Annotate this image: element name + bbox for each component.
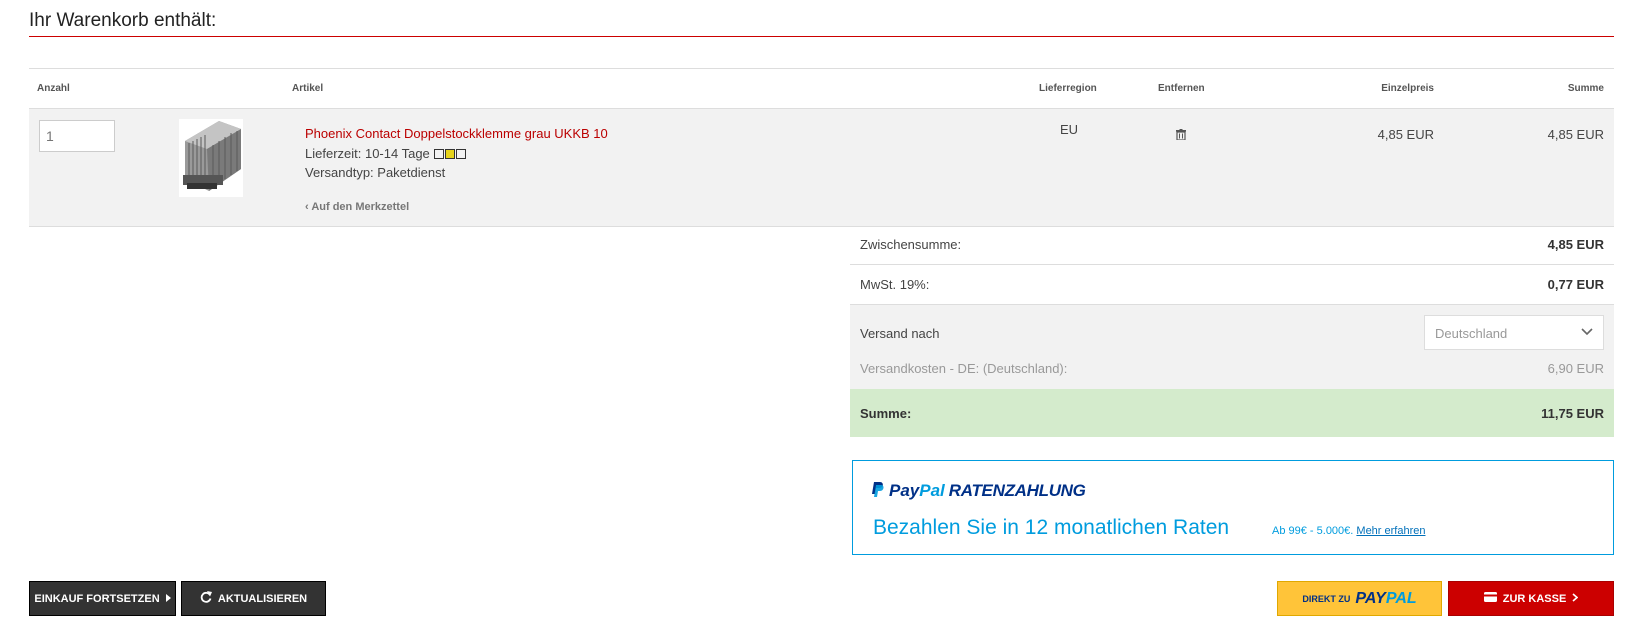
line-sum: 4,85 EUR: [1547, 127, 1604, 142]
availability-indicator-icon: [445, 149, 456, 159]
shipping-cost-label: Versandkosten - DE: (Deutschland):: [860, 361, 1068, 376]
shipping-country-select[interactable]: Deutschland: [1424, 315, 1604, 350]
subtotal-row: Zwischensumme: 4,85 EUR: [850, 225, 1614, 265]
quantity-input[interactable]: [39, 120, 115, 152]
chevron-right-icon: [1572, 592, 1579, 605]
paypal-range-text: Ab 99€ - 5.000€.: [1272, 525, 1354, 537]
shipping-label: Versand nach: [860, 326, 940, 341]
header-region: Lieferregion: [1039, 83, 1097, 94]
title-divider: [29, 36, 1614, 37]
vat-value: 0,77 EUR: [1547, 277, 1604, 292]
product-thumbnail[interactable]: [179, 119, 243, 197]
credit-card-icon: [1483, 592, 1497, 605]
paypal-logo-pal: Pal: [919, 481, 945, 500]
header-remove: Entfernen: [1158, 83, 1205, 94]
vat-row: MwSt. 19%: 0,77 EUR: [850, 265, 1614, 305]
header-article: Artikel: [292, 83, 324, 94]
paypal-range: Ab 99€ - 5.000€. Mehr erfahren: [1272, 525, 1426, 537]
update-cart-button[interactable]: AKTUALISIEREN: [181, 581, 326, 616]
shipping-country-value: Deutschland: [1435, 326, 1508, 341]
cart-table-header: Anzahl Artikel Lieferregion Entfernen Ei…: [29, 68, 1614, 109]
paypal-express-button[interactable]: DIREKT ZU PAYPAL: [1277, 581, 1442, 616]
paypal-logo-suffix: RATENZAHLUNG: [948, 481, 1086, 500]
paypal-express-prefix: DIREKT ZU: [1302, 593, 1351, 604]
delivery-time: Lieferzeit: 10-14 Tage: [305, 146, 467, 161]
unit-price: 4,85 EUR: [1377, 127, 1434, 142]
page-title: Ihr Warenkorb enthält:: [29, 10, 217, 31]
subtotal-value: 4,85 EUR: [1547, 237, 1604, 252]
availability-indicator-icon: [456, 149, 467, 159]
update-cart-label: AKTUALISIEREN: [217, 592, 308, 605]
cart-table: Anzahl Artikel Lieferregion Entfernen Ei…: [29, 68, 1614, 227]
paypal-p-icon: [872, 482, 884, 497]
delivery-region: EU: [1060, 122, 1079, 137]
vat-label: MwSt. 19%:: [860, 277, 930, 292]
totals-panel: Zwischensumme: 4,85 EUR MwSt. 19%: 0,77 …: [850, 225, 1614, 437]
continue-shopping-button[interactable]: EINKAUF FORTSETZEN: [29, 581, 176, 616]
chevron-left-icon: ‹: [305, 201, 309, 213]
shipping-cost-value: 6,90 EUR: [1547, 361, 1604, 376]
delivery-time-text: Lieferzeit: 10-14 Tage: [305, 146, 430, 161]
caret-right-icon: [165, 593, 171, 605]
paypal-button-pay: PAY: [1355, 589, 1386, 607]
header-sum: Summe: [1567, 83, 1604, 94]
paypal-logo-pay: Pay: [889, 481, 920, 500]
continue-shopping-label: EINKAUF FORTSETZEN: [34, 592, 160, 605]
wishlist-link[interactable]: ‹ Auf den Merkzettel: [305, 201, 409, 213]
shipping-section: Versand nach Deutschland Versandkosten -…: [850, 305, 1614, 389]
paypal-learn-more-link[interactable]: Mehr erfahren: [1356, 525, 1425, 537]
wishlist-label: Auf den Merkzettel: [311, 201, 410, 213]
paypal-button-pal: PAL: [1385, 589, 1417, 607]
trash-icon[interactable]: [1176, 127, 1186, 145]
product-title-link[interactable]: Phoenix Contact Doppelstockklemme grau U…: [305, 126, 608, 141]
header-unit-price: Einzelpreis: [1381, 83, 1434, 94]
grand-total-label: Summe:: [860, 406, 912, 421]
paypal-installments-banner: PayPal RATENZAHLUNG Bezahlen Sie in 12 mo…: [852, 460, 1614, 555]
header-qty: Anzahl: [37, 83, 70, 94]
shipping-type: Versandtyp: Paketdienst: [305, 165, 446, 180]
paypal-button-logo: PAYPAL: [1355, 590, 1416, 608]
chevron-down-icon: [1581, 325, 1593, 340]
checkout-button[interactable]: ZUR KASSE: [1448, 581, 1614, 616]
checkout-label: ZUR KASSE: [1502, 592, 1567, 605]
grand-total-value: 11,75 EUR: [1541, 406, 1604, 421]
refresh-icon: [200, 591, 212, 606]
paypal-logo: PayPal RATENZAHLUNG: [871, 481, 1086, 501]
table-row: Phoenix Contact Doppelstockklemme grau U…: [29, 109, 1614, 227]
grand-total-row: Summe: 11,75 EUR: [850, 389, 1614, 437]
subtotal-label: Zwischensumme:: [860, 237, 962, 252]
availability-indicator-icon: [434, 149, 445, 159]
paypal-headline: Bezahlen Sie in 12 monatlichen Raten: [873, 516, 1230, 539]
